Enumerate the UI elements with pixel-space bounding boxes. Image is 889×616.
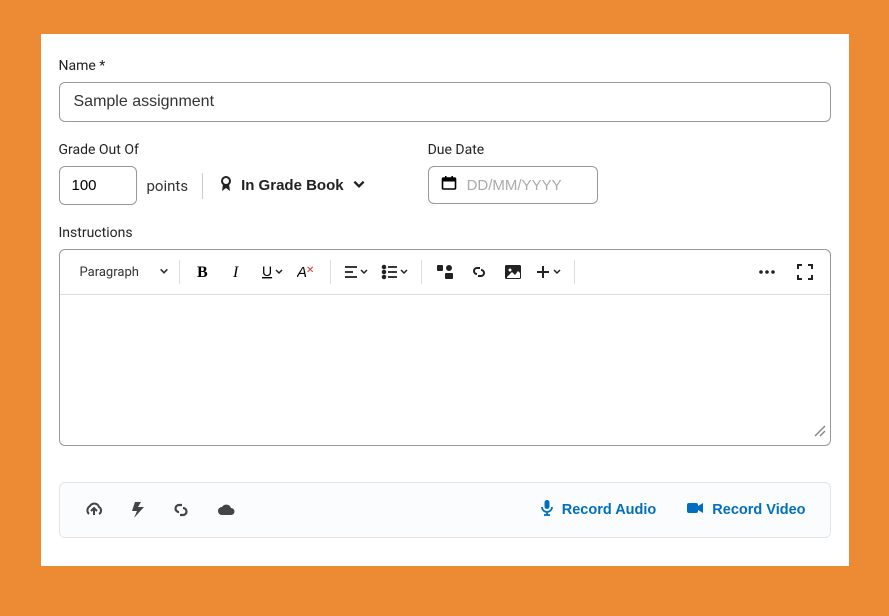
insert-stuff-button[interactable] bbox=[432, 258, 458, 286]
toolbar-separator bbox=[179, 260, 180, 284]
record-audio-label: Record Audio bbox=[562, 502, 657, 518]
bold-button[interactable]: B bbox=[190, 258, 216, 286]
quicklink-icon[interactable] bbox=[130, 501, 146, 519]
text-format-group: B I U A✕ bbox=[182, 258, 328, 286]
paragraph-style-label: Paragraph bbox=[80, 265, 139, 280]
grade-out-of-label: Grade Out Of bbox=[59, 142, 368, 158]
grade-and-date-row: Grade Out Of points In Grade Book Due Da… bbox=[59, 142, 831, 205]
editor-toolbar: Paragraph B I U bbox=[60, 250, 830, 295]
chevron-down-icon bbox=[159, 265, 169, 280]
assignment-form: Name * Grade Out Of points In Grade Book bbox=[41, 34, 849, 566]
record-actions: Record Audio Record Video bbox=[540, 499, 806, 521]
due-date-field[interactable] bbox=[428, 166, 598, 204]
name-input[interactable] bbox=[59, 82, 831, 122]
fullscreen-button[interactable] bbox=[792, 258, 818, 286]
list-button[interactable] bbox=[379, 258, 411, 286]
record-video-button[interactable]: Record Video bbox=[686, 501, 805, 519]
attachment-icons bbox=[84, 501, 236, 519]
resize-handle-icon[interactable] bbox=[812, 422, 826, 441]
grade-col: Grade Out Of points In Grade Book bbox=[59, 142, 368, 205]
svg-text:I: I bbox=[232, 264, 239, 281]
due-date-input[interactable] bbox=[467, 177, 585, 194]
calendar-icon bbox=[441, 175, 457, 195]
microphone-icon bbox=[540, 499, 554, 521]
ribbon-icon bbox=[219, 176, 233, 196]
points-label: points bbox=[147, 177, 189, 195]
due-date-label: Due Date bbox=[428, 142, 598, 158]
in-grade-book-dropdown[interactable]: In Grade Book bbox=[217, 172, 368, 200]
name-label: Name * bbox=[59, 58, 831, 74]
grade-row: points In Grade Book bbox=[59, 166, 368, 205]
rich-text-editor: Paragraph B I U bbox=[59, 249, 831, 446]
toolbar-separator bbox=[421, 260, 422, 284]
image-button[interactable] bbox=[500, 258, 526, 286]
link-button[interactable] bbox=[466, 258, 492, 286]
svg-text:✕: ✕ bbox=[306, 265, 314, 276]
svg-text:U: U bbox=[262, 263, 272, 279]
paragraph-group bbox=[333, 258, 419, 286]
grade-input[interactable] bbox=[59, 166, 137, 205]
paragraph-style-select[interactable]: Paragraph bbox=[72, 261, 177, 284]
clear-format-button[interactable]: A✕ bbox=[294, 258, 320, 286]
italic-button[interactable]: I bbox=[224, 258, 250, 286]
attachment-bar: Record Audio Record Video bbox=[59, 482, 831, 538]
upload-icon[interactable] bbox=[84, 501, 104, 519]
svg-text:B: B bbox=[197, 264, 208, 281]
in-grade-book-text: In Grade Book bbox=[241, 177, 344, 194]
record-audio-button[interactable]: Record Audio bbox=[540, 499, 657, 521]
align-button[interactable] bbox=[341, 258, 371, 286]
cloud-attach-icon[interactable] bbox=[216, 502, 236, 518]
toolbar-separator bbox=[574, 260, 575, 284]
editor-content[interactable] bbox=[60, 295, 830, 445]
toolbar-separator bbox=[330, 260, 331, 284]
record-video-label: Record Video bbox=[712, 502, 805, 518]
insert-group bbox=[424, 258, 572, 286]
video-camera-icon bbox=[686, 501, 704, 519]
instructions-label: Instructions bbox=[59, 225, 831, 241]
instructions-section: Instructions Paragraph B I bbox=[59, 225, 831, 446]
vertical-divider bbox=[202, 173, 203, 199]
chevron-down-icon bbox=[352, 177, 366, 195]
insert-more-button[interactable] bbox=[534, 258, 564, 286]
underline-button[interactable]: U bbox=[258, 258, 286, 286]
due-date-col: Due Date bbox=[428, 142, 598, 205]
more-actions-button[interactable] bbox=[754, 258, 780, 286]
link-attach-icon[interactable] bbox=[172, 501, 190, 519]
